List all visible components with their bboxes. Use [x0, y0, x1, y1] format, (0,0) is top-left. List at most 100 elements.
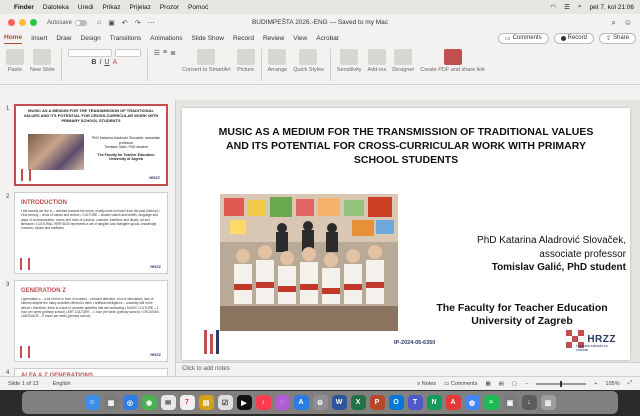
notes-app-icon[interactable]: ▤ [198, 395, 214, 410]
picture-group[interactable]: Picture [236, 49, 255, 73]
excel-icon[interactable]: X [350, 395, 366, 410]
tab-acrobat[interactable]: Acrobat [316, 33, 338, 44]
autosave-control[interactable]: Autosave [47, 19, 88, 26]
sensitivity-group[interactable]: Sensitivity [337, 49, 362, 73]
system-settings-icon[interactable]: ⚙ [312, 395, 328, 410]
tab-home[interactable]: Home [4, 32, 23, 44]
menu-item-file[interactable]: Datoteka [43, 4, 69, 11]
tab-draw[interactable]: Draw [56, 33, 71, 44]
arrange-group[interactable]: Arrange [268, 49, 287, 73]
tab-record[interactable]: Record [233, 33, 254, 44]
slide-thumbnail-3[interactable]: GENERATION Z • generation z – a lot of t… [14, 280, 168, 362]
acrobat-icon[interactable]: A [445, 395, 461, 410]
menu-item-help[interactable]: Pomoć [188, 4, 208, 11]
autosave-toggle[interactable] [75, 19, 88, 26]
close-button[interactable] [8, 19, 15, 26]
wifi-icon[interactable]: ◠ [550, 3, 556, 11]
sorter-view-icon[interactable]: ▤ [499, 381, 504, 387]
slide-thumbnails[interactable]: 1 MUSIC AS A MEDIUM FOR THE TRANSMISSION… [0, 100, 176, 384]
underline-icon[interactable]: U [104, 59, 109, 66]
language-indicator[interactable]: English [53, 381, 71, 387]
mail-icon[interactable]: ✉ [160, 395, 176, 410]
tab-insert[interactable]: Insert [31, 33, 47, 44]
notes-pane[interactable]: Click to add notes [176, 362, 640, 376]
comments-button[interactable]: ▭ Comments [497, 32, 549, 44]
normal-view-icon[interactable]: ▦ [485, 381, 490, 387]
zoom-out-icon[interactable]: − [525, 381, 528, 387]
fit-to-window-icon[interactable]: ⤢ [628, 380, 632, 387]
faculty-block[interactable]: The Faculty for Teacher Education Univer… [418, 302, 626, 328]
tab-animations[interactable]: Animations [150, 33, 182, 44]
menu-item-window[interactable]: Prozor [160, 4, 179, 11]
add-ins-group[interactable]: Add-ins [368, 49, 386, 73]
podcasts-icon[interactable]: ◌ [274, 395, 290, 410]
launchpad-icon[interactable]: ▦ [103, 395, 119, 410]
align-icon[interactable]: ≣ [170, 49, 176, 57]
menu-item-go[interactable]: Prijelaz [130, 4, 151, 11]
tab-design[interactable]: Design [81, 33, 101, 44]
tab-transitions[interactable]: Transitions [110, 33, 142, 44]
messages-icon[interactable]: ◉ [141, 395, 157, 410]
powerpoint-icon[interactable]: P [369, 395, 385, 410]
downloads-icon[interactable]: ↓ [521, 395, 537, 410]
trash-icon[interactable]: ▥ [540, 395, 556, 410]
record-button[interactable]: Record [553, 32, 594, 44]
quick-styles-group[interactable]: Quick Styles [293, 49, 324, 73]
numbering-icon[interactable]: ≡ [163, 49, 167, 57]
calendar-icon[interactable]: 7 [179, 395, 195, 410]
tv-icon[interactable]: ▶ [236, 395, 252, 410]
reading-view-icon[interactable]: ▢ [512, 381, 517, 387]
paste-group[interactable]: Paste [6, 49, 24, 73]
control-center-icon[interactable]: ☰ [564, 3, 570, 11]
onenote-icon[interactable]: N [426, 395, 442, 410]
tab-view[interactable]: View [293, 33, 307, 44]
zoom-slider[interactable] [536, 380, 587, 387]
app-store-icon[interactable]: A [293, 395, 309, 410]
teams-icon[interactable]: T [407, 395, 423, 410]
undo-icon[interactable]: ↶ [122, 19, 128, 27]
safari-icon[interactable]: ◎ [122, 395, 138, 410]
spotify-icon[interactable]: ≈ [483, 395, 499, 410]
finder-icon[interactable]: ☺ [84, 395, 100, 410]
new-slide-group[interactable]: New Slide [30, 49, 55, 73]
bold-icon[interactable]: B [91, 59, 96, 66]
zoom-in-icon[interactable]: + [594, 381, 597, 387]
notes-toggle[interactable]: ≡ Notes [417, 381, 436, 387]
more-icon[interactable]: ⋯ [148, 19, 155, 27]
search-icon[interactable]: ⌕ [578, 3, 582, 11]
font-name-field[interactable] [67, 49, 112, 57]
preview-icon[interactable]: ▣ [502, 395, 518, 410]
outlook-icon[interactable]: O [388, 395, 404, 410]
bullets-icon[interactable]: ☰ [154, 49, 160, 57]
zoom-level[interactable]: 105% [606, 381, 620, 387]
redo-icon[interactable]: ↷ [135, 19, 141, 27]
music-icon[interactable]: ♪ [255, 395, 271, 410]
menubar-clock[interactable]: pet 7. kol 21:06 [590, 4, 634, 11]
smartart-group[interactable]: Convert to SmartArt [182, 49, 231, 73]
create-pdf-group[interactable]: Create PDF and share link [420, 49, 485, 73]
author-block[interactable]: PhD Katarina Aladrović Slovaček, associa… [420, 234, 626, 275]
chrome-icon[interactable]: ◍ [464, 395, 480, 410]
slide-title[interactable]: MUSIC AS A MEDIUM FOR THE TRANSMISSION O… [212, 126, 600, 168]
reminders-icon[interactable]: ☑ [217, 395, 233, 410]
menu-item-view[interactable]: Prikaz [102, 4, 120, 11]
minimize-button[interactable] [19, 19, 26, 26]
word-icon[interactable]: W [331, 395, 347, 410]
children-performance-photo[interactable] [220, 194, 398, 331]
comments-toggle[interactable]: ▭ Comments [444, 381, 477, 387]
menu-item-edit[interactable]: Uredi [78, 4, 94, 11]
slide-thumbnail-2[interactable]: INTRODUCTION • the society we live in – … [14, 192, 168, 274]
current-slide[interactable]: MUSIC AS A MEDIUM FOR THE TRANSMISSION O… [182, 108, 630, 360]
tab-review[interactable]: Review [263, 33, 284, 44]
font-size-field[interactable] [114, 49, 141, 57]
search-icon[interactable]: ⌕ [611, 18, 615, 28]
share-button[interactable]: ⇪ Share [598, 32, 636, 44]
home-icon[interactable]: ⌂ [97, 19, 101, 27]
font-color-icon[interactable]: A [112, 59, 117, 66]
slide-thumbnail-1[interactable]: MUSIC AS A MEDIUM FOR THE TRANSMISSION O… [14, 104, 168, 186]
italic-icon[interactable]: I [99, 59, 101, 66]
menu-finder[interactable]: Finder [14, 4, 34, 11]
zoom-button[interactable] [30, 19, 37, 26]
account-icon[interactable]: ☺ [624, 18, 632, 28]
tab-slide-show[interactable]: Slide Show [191, 33, 224, 44]
